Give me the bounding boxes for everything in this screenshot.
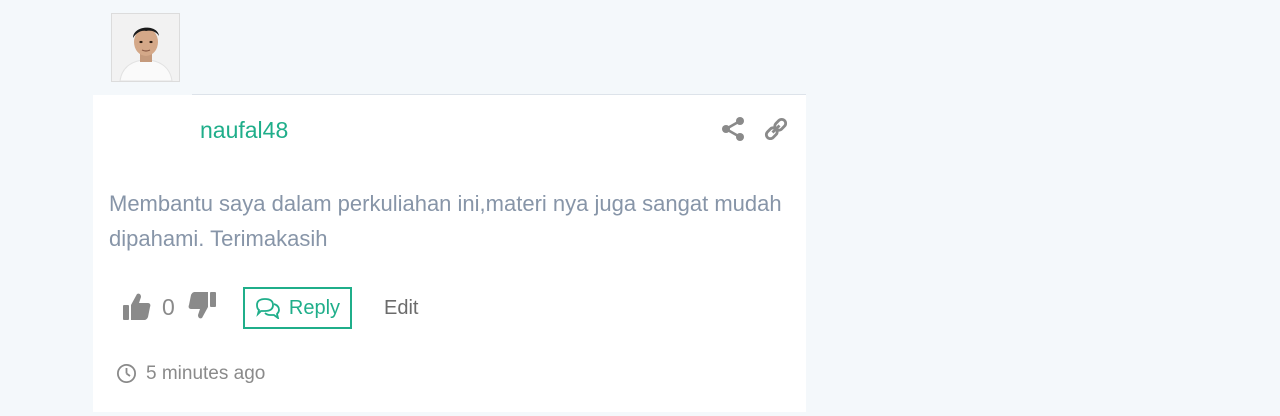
clock-icon: [116, 363, 137, 384]
share-icon[interactable]: [720, 116, 746, 142]
thumbs-up-icon[interactable]: [121, 290, 153, 322]
edit-link[interactable]: Edit: [384, 297, 418, 320]
reply-label: Reply: [288, 296, 341, 319]
chat-bubbles-icon: [256, 298, 280, 319]
card-divider: [192, 94, 806, 95]
thumbs-down-icon[interactable]: [186, 290, 218, 322]
avatar-photo: [112, 14, 179, 81]
vote-count: 0: [162, 294, 175, 320]
link-icon[interactable]: [763, 116, 789, 142]
comment-author[interactable]: naufal48: [200, 117, 288, 144]
reply-button[interactable]: Reply: [243, 287, 352, 329]
comment-timestamp: 5 minutes ago: [146, 363, 266, 384]
comment-text: Membantu saya dalam perkuliahan ini,mate…: [109, 191, 782, 251]
avatar[interactable]: [111, 13, 180, 82]
